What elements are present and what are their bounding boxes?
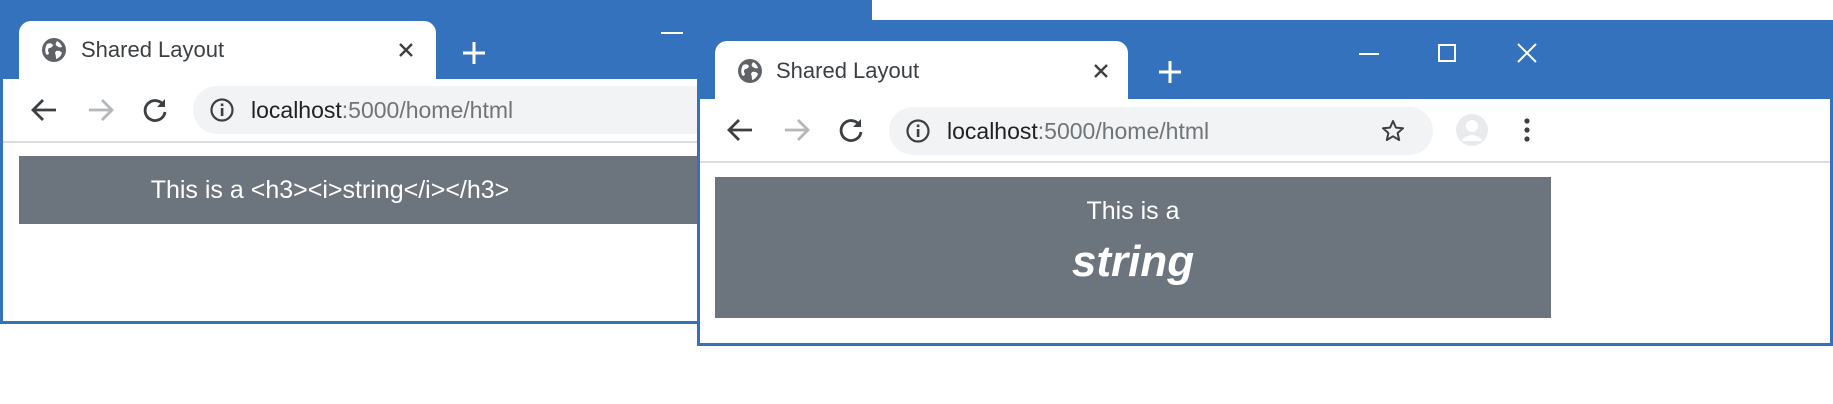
toolbar: localhost:5000/home/html: [700, 99, 1830, 161]
profile-avatar-icon[interactable]: [1455, 113, 1489, 147]
url-text[interactable]: localhost:5000/home/html: [947, 118, 1209, 145]
minimize-icon[interactable]: [1359, 52, 1379, 56]
url-host: localhost: [251, 97, 342, 123]
url-host: localhost: [947, 118, 1038, 144]
reload-icon[interactable]: [142, 97, 168, 123]
globe-icon: [42, 38, 66, 62]
info-icon[interactable]: [906, 119, 930, 143]
content-banner: This is a string: [715, 177, 1551, 318]
toolbar-divider: [700, 161, 1830, 163]
url-text[interactable]: localhost:5000/home/html: [251, 97, 513, 124]
new-tab-icon[interactable]: [1158, 60, 1182, 84]
bookmark-star-icon[interactable]: [1381, 119, 1405, 143]
maximize-icon[interactable]: [1438, 44, 1456, 62]
tab-title: Shared Layout: [81, 37, 225, 62]
new-tab-icon[interactable]: [462, 41, 486, 65]
back-arrow-icon[interactable]: [727, 118, 753, 142]
tab-shared-layout[interactable]: Shared Layout: [19, 21, 436, 79]
close-tab-icon[interactable]: [398, 42, 414, 58]
globe-icon: [738, 59, 762, 83]
address-bar[interactable]: localhost:5000/home/html: [889, 107, 1433, 155]
tab-shared-layout[interactable]: Shared Layout: [715, 41, 1128, 99]
url-path: :5000/home/html: [341, 97, 514, 123]
tab-title: Shared Layout: [776, 58, 920, 83]
info-icon[interactable]: [210, 98, 234, 122]
back-arrow-icon[interactable]: [31, 98, 57, 122]
minimize-icon[interactable]: [661, 31, 683, 35]
browser-window-front: Shared Layout localhost:5000/home/html T…: [697, 20, 1833, 346]
forward-arrow-icon[interactable]: [88, 98, 114, 122]
title-bar[interactable]: Shared Layout: [700, 23, 1830, 99]
content-line-2: string: [1071, 237, 1195, 286]
forward-arrow-icon[interactable]: [784, 118, 810, 142]
reload-icon[interactable]: [838, 117, 864, 143]
more-menu-icon[interactable]: [1523, 117, 1531, 143]
content-line-1: This is a: [1086, 197, 1180, 225]
close-tab-icon[interactable]: [1093, 63, 1109, 79]
url-path: :5000/home/html: [1037, 118, 1210, 144]
close-window-icon[interactable]: [1517, 43, 1537, 63]
